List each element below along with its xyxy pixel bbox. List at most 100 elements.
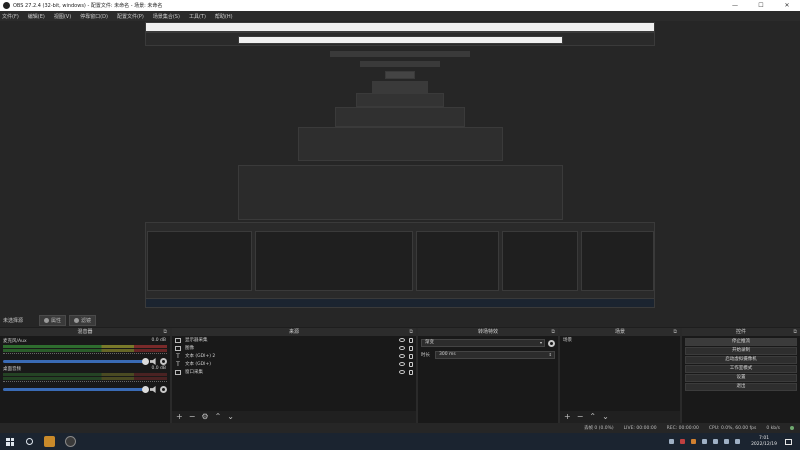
settings-button[interactable]: 设置 — [685, 374, 797, 382]
undock-icon[interactable]: ⧉ — [551, 328, 555, 336]
undock-icon[interactable]: ⧉ — [793, 328, 797, 336]
move-down-icon[interactable]: ⌄ — [602, 413, 609, 421]
add-icon[interactable]: + — [176, 413, 183, 421]
undock-icon[interactable]: ⧉ — [673, 328, 677, 336]
volume-slider[interactable] — [3, 386, 149, 393]
transitions-dock-header: 转场特效 ⧉ — [418, 328, 558, 336]
preview-frame-top — [145, 22, 655, 32]
exit-button[interactable]: 退出 — [685, 383, 797, 391]
microphone-icon[interactable] — [702, 439, 708, 444]
source-item[interactable]: 图像 — [172, 344, 416, 352]
move-up-icon[interactable]: ⌃ — [215, 413, 222, 421]
duration-input[interactable]: 300 ms ⇕ — [435, 351, 555, 359]
menu-tools[interactable]: 工具(T) — [189, 13, 206, 20]
obs-app-icon[interactable] — [65, 436, 76, 447]
menu-docks[interactable]: 停靠窗口(D) — [80, 13, 108, 20]
menu-scene-collection[interactable]: 场景集合(S) — [153, 13, 180, 20]
eye-icon[interactable] — [399, 354, 405, 358]
spinner-icon[interactable]: ⇕ — [549, 352, 552, 358]
eye-icon[interactable] — [399, 370, 405, 374]
text-icon: T — [176, 360, 180, 368]
gear-icon[interactable]: ⚙ — [201, 413, 208, 421]
scene-item[interactable]: 场景 — [560, 336, 680, 344]
gear-icon[interactable] — [160, 386, 167, 393]
lock-icon[interactable] — [409, 345, 413, 351]
source-item[interactable]: T 文本 (GDI+) 2 — [172, 352, 416, 360]
text-icon: T — [176, 352, 180, 360]
menu-view[interactable]: 视图(V) — [54, 13, 71, 20]
scene-label: 场景 — [563, 338, 572, 343]
lock-icon[interactable] — [409, 337, 413, 343]
start-virtual-camera-button[interactable]: 启动虚拟摄像机 — [685, 356, 797, 364]
preview-frame-level — [238, 165, 563, 220]
gear-icon[interactable] — [548, 339, 555, 347]
source-label: 窗口采集 — [185, 370, 203, 375]
duration-value: 300 ms — [439, 352, 456, 357]
remove-icon[interactable]: − — [577, 413, 584, 421]
source-item[interactable]: 显示器采集 — [172, 336, 416, 344]
eye-icon[interactable] — [399, 346, 405, 350]
notification-icon[interactable] — [785, 438, 792, 445]
source-toolbar: 未选择源 属性 滤镜 — [0, 313, 800, 327]
tray-icon[interactable] — [691, 439, 697, 444]
menu-file[interactable]: 文件(F) — [2, 13, 19, 20]
preview-frame-level — [356, 93, 444, 107]
move-down-icon[interactable]: ⌄ — [227, 413, 234, 421]
scenes-dock-header: 场景 ⧉ — [560, 328, 680, 336]
studio-mode-button[interactable]: 工作室模式 — [685, 365, 797, 373]
title-bar: OBS 27.2.4 (32-bit, windows) - 配置文件: 未命名… — [0, 0, 800, 11]
properties-button[interactable]: 属性 — [39, 314, 67, 326]
transition-type-select[interactable]: 渐变 ▾ — [421, 339, 545, 347]
volume-icon[interactable] — [724, 439, 730, 444]
menu-help[interactable]: 帮助(H) — [215, 13, 233, 20]
scenes-list: 场景 — [560, 336, 680, 411]
lock-icon[interactable] — [409, 353, 413, 359]
tray-icon[interactable] — [669, 439, 675, 444]
image-icon — [175, 345, 181, 351]
cpu-fps: CPU: 0.0%, 60.00 fps — [708, 425, 757, 431]
minimize-button[interactable]: — — [722, 0, 748, 11]
network-icon[interactable] — [713, 439, 719, 444]
ime-icon[interactable] — [735, 439, 741, 444]
monitor-icon — [175, 337, 181, 343]
filters-button[interactable]: 滤镜 — [69, 314, 97, 326]
taskbar-clock[interactable]: 7:01 2022/12/19 — [751, 436, 777, 448]
mixer-body: 麦克风/Aux 0.0 dB 桌面音频 0.0 dB — [0, 336, 170, 423]
lock-icon[interactable] — [409, 369, 413, 375]
mixer-dock: 混音器 ⧉ 麦克风/Aux 0.0 dB 桌面音频 0.0 dB — [0, 328, 172, 423]
transition-type-value: 渐变 — [425, 340, 434, 345]
file-explorer-icon[interactable] — [44, 436, 55, 447]
stop-streaming-button[interactable]: 停止推流 — [685, 338, 797, 346]
maximize-button[interactable]: ☐ — [748, 0, 774, 11]
volume-meter — [3, 377, 167, 380]
windows-start-icon[interactable] — [6, 437, 14, 446]
volume-slider[interactable] — [3, 358, 149, 365]
preview-frame-level — [385, 71, 415, 79]
dock-row: 混音器 ⧉ 麦克风/Aux 0.0 dB 桌面音频 0.0 dB 来源 ⧉ 显示… — [0, 328, 800, 423]
properties-label: 属性 — [51, 317, 62, 324]
clock-date: 2022/12/19 — [751, 441, 777, 447]
start-recording-button[interactable]: 开始录制 — [685, 347, 797, 355]
add-icon[interactable]: + — [564, 413, 571, 421]
speaker-icon[interactable] — [150, 386, 156, 393]
menu-edit[interactable]: 编辑(E) — [28, 13, 45, 20]
undock-icon[interactable]: ⧉ — [409, 328, 413, 336]
move-up-icon[interactable]: ⌃ — [589, 413, 596, 421]
tray-icon[interactable] — [680, 439, 686, 444]
search-icon[interactable] — [26, 438, 33, 445]
source-item[interactable]: 窗口采集 — [172, 368, 416, 376]
eye-icon[interactable] — [399, 338, 405, 342]
undock-icon[interactable]: ⧉ — [163, 328, 167, 336]
slider-knob[interactable] — [142, 386, 149, 393]
menu-profile[interactable]: 配置文件(P) — [117, 13, 144, 20]
close-button[interactable]: ✕ — [774, 0, 800, 11]
remove-icon[interactable]: − — [189, 413, 196, 421]
eye-icon[interactable] — [399, 362, 405, 366]
preview-canvas[interactable] — [0, 21, 800, 313]
source-item[interactable]: T 文本 (GDI+) — [172, 360, 416, 368]
preview-frame-scenes — [502, 231, 578, 291]
mixer-track: 桌面音频 0.0 dB — [0, 364, 170, 393]
lock-icon[interactable] — [409, 361, 413, 367]
system-tray: 7:01 2022/12/19 — [666, 436, 800, 448]
sources-dock-header: 来源 ⧉ — [172, 328, 416, 336]
